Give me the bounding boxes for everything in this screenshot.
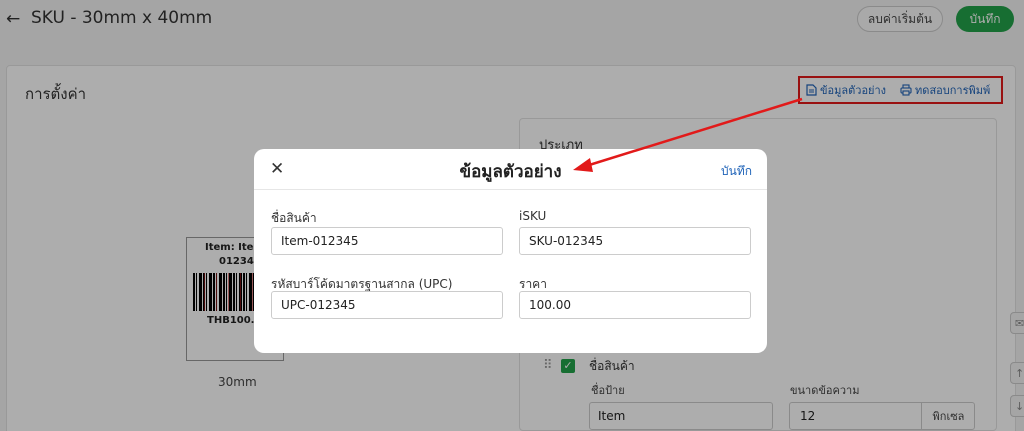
- product-name-label: ชื่อสินค้า: [271, 211, 317, 225]
- modal-save-button[interactable]: บันทึก: [721, 162, 752, 181]
- product-name-input[interactable]: Item-012345: [271, 227, 503, 255]
- isku-label: iSKU: [519, 209, 547, 223]
- modal-header: ✕ ข้อมูลตัวอย่าง บันทึก: [254, 149, 767, 190]
- sample-data-modal: ✕ ข้อมูลตัวอย่าง บันทึก ชื่อสินค้า Item-…: [254, 149, 767, 353]
- price-input[interactable]: 100.00: [519, 291, 751, 319]
- modal-title: ข้อมูลตัวอย่าง: [459, 162, 562, 182]
- upc-input[interactable]: UPC-012345: [271, 291, 503, 319]
- isku-input[interactable]: SKU-012345: [519, 227, 751, 255]
